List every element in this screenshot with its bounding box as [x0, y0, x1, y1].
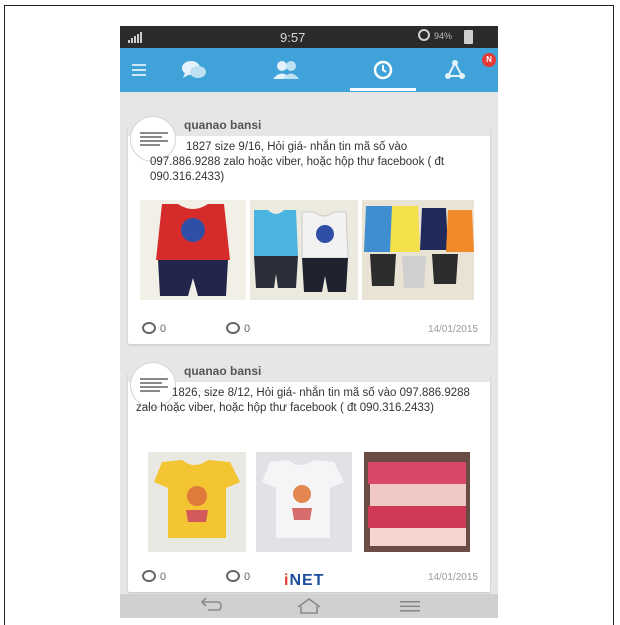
chat-icon[interactable] [164, 48, 224, 92]
like-icon[interactable] [142, 322, 156, 334]
post-header [128, 112, 490, 136]
android-nav-bar [120, 594, 498, 618]
post-text: 1826, size 8/12, Hỏi giá- nhắn tin mã số… [136, 386, 482, 416]
post-date: 14/01/2015 [427, 572, 478, 583]
like-icon[interactable] [142, 570, 156, 582]
product-photo[interactable] [364, 452, 470, 552]
post-card[interactable]: quanao bansi 1827 size 9/16, Hỏi giá- nh… [128, 112, 490, 344]
friends-icon[interactable] [256, 48, 316, 92]
comment-count: 0 [244, 323, 251, 335]
post-photos [128, 200, 490, 300]
battery-percent: 94% [434, 31, 453, 41]
product-photo[interactable] [140, 200, 246, 300]
active-tab-indicator [350, 88, 416, 91]
top-nav-bar: N [120, 48, 498, 92]
comment-icon[interactable] [226, 570, 240, 582]
product-photo[interactable] [362, 200, 474, 300]
post-text-content: 1826, size 8/12, Hỏi giá- nhắn tin mã số… [136, 387, 470, 414]
post-footer: 0 0 14/01/2015 [128, 320, 490, 340]
status-time: 9:57 [280, 30, 306, 45]
post-text: 1827 size 9/16, Hỏi giá- nhắn tin mã số … [150, 140, 480, 185]
comment-icon[interactable] [226, 322, 240, 334]
recent-apps-icon[interactable] [398, 598, 422, 618]
status-bar: 9:57 94% [120, 26, 498, 48]
alarm-icon [418, 29, 430, 41]
product-photo[interactable] [148, 452, 246, 552]
phone-screen: 9:57 94% N quanao bansi 1827 size 9/16, … [120, 26, 498, 618]
post-username[interactable]: quanao bansi [184, 364, 261, 378]
like-count: 0 [160, 571, 167, 583]
home-icon[interactable] [296, 598, 322, 618]
share-icon[interactable] [430, 48, 480, 92]
back-icon[interactable] [196, 597, 222, 618]
post-header [128, 358, 490, 382]
feed: quanao bansi 1827 size 9/16, Hỏi giá- nh… [120, 92, 498, 592]
battery-icon [464, 30, 473, 44]
post-photos [128, 452, 490, 552]
menu-icon[interactable] [122, 48, 156, 92]
comment-count: 0 [244, 571, 251, 583]
product-photo[interactable] [256, 452, 352, 552]
like-count: 0 [160, 323, 167, 335]
post-text-content: 1827 size 9/16, Hỏi giá- nhắn tin mã số … [150, 141, 445, 183]
post-username[interactable]: quanao bansi [184, 118, 261, 132]
product-photo[interactable] [250, 200, 358, 300]
timeline-icon[interactable] [350, 48, 416, 92]
post-footer: 0 0 iNET 14/01/2015 [128, 568, 490, 589]
signal-icon [128, 31, 142, 43]
inet-watermark-logo: iNET [284, 572, 325, 589]
post-date: 14/01/2015 [427, 324, 478, 335]
post-card[interactable]: quanao bansi 1826, size 8/12, Hỏi giá- n… [128, 358, 490, 592]
notification-badge: N [482, 53, 496, 67]
